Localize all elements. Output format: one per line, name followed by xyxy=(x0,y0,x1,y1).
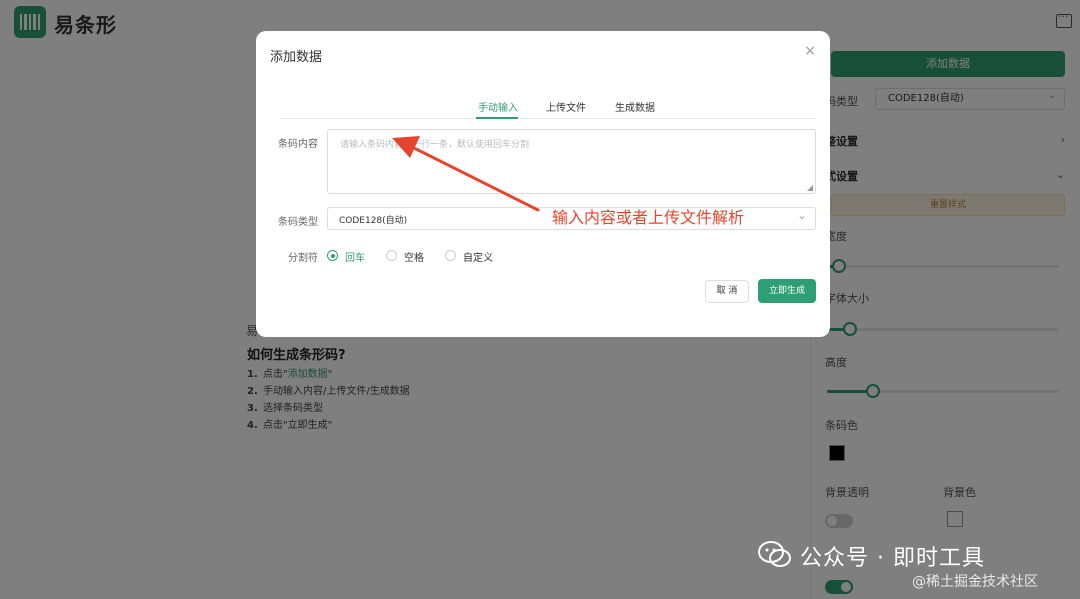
annotation-text: 输入内容或者上传文件解析 xyxy=(552,208,745,227)
wechat-icon xyxy=(758,541,791,567)
annotation-arrow-icon xyxy=(392,136,540,212)
watermark-source: @稀土掘金技术社区 xyxy=(912,574,1038,590)
watermark-account: 公众号 · 即时工具 xyxy=(800,546,985,571)
